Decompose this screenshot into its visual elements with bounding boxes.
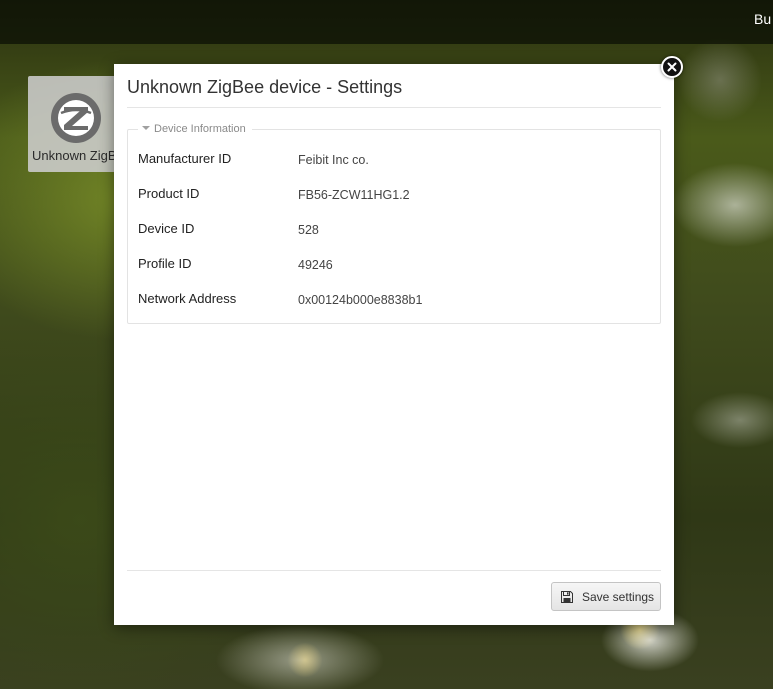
desktop-background: Bu Unknown ZigBee device Unknown ZigBee … [0,0,773,689]
top-bar: Bu [0,0,773,44]
info-label: Profile ID [138,256,192,271]
info-value: 528 [298,223,319,237]
floppy-disk-icon [561,591,573,603]
close-icon [667,62,677,72]
close-button[interactable] [661,56,683,78]
title-divider [127,107,661,108]
info-row-profile-id: Profile ID 49246 [138,256,648,274]
info-value: Feibit Inc co. [298,153,369,167]
info-row-manufacturer-id: Manufacturer ID Feibit Inc co. [138,151,648,169]
save-settings-button[interactable]: Save settings [551,582,661,611]
footer-divider [127,570,661,571]
dialog-title: Unknown ZigBee device - Settings [127,77,403,97]
info-label: Product ID [138,186,200,201]
info-row-product-id: Product ID FB56-ZCW11HG1.2 [138,186,648,204]
save-settings-label: Save settings [582,590,655,604]
top-bar-text[interactable]: Bu [754,11,773,27]
section-legend-label: Device Information [154,123,246,135]
device-information-section: Device Information Manufacturer ID Feibi… [127,123,661,324]
info-label: Manufacturer ID [138,151,232,166]
device-tile[interactable]: Unknown ZigBee device [28,76,128,172]
zigbee-logo-icon [51,93,101,143]
section-legend[interactable]: Device Information [138,123,252,136]
info-label: Device ID [138,221,195,236]
info-value: 0x00124b000e8838b1 [298,293,423,307]
caret-down-icon [142,126,150,131]
info-label: Network Address [138,291,237,306]
info-row-device-id: Device ID 528 [138,221,648,239]
info-value: 49246 [298,258,333,272]
info-value: FB56-ZCW11HG1.2 [298,188,410,202]
info-row-network-address: Network Address 0x00124b000e8838b1 [138,291,648,309]
settings-dialog: Unknown ZigBee device - Settings Device … [114,56,683,625]
